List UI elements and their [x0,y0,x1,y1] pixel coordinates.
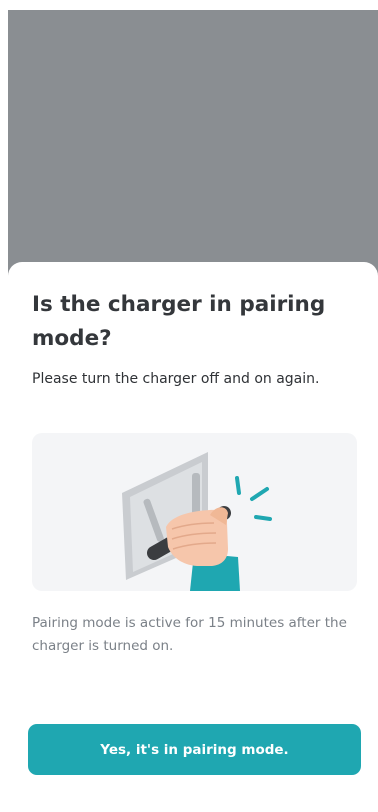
pairing-note: Pairing mode is active for 15 minutes af… [32,615,347,654]
charger-illustration [32,433,357,591]
hand-switch-icon [122,452,272,591]
app-screen: Is the charger in pairing mode? Please t… [0,0,378,812]
confirm-pairing-button[interactable]: Yes, it's in pairing mode. [28,724,361,775]
screen-edge [0,0,8,812]
bottom-sheet: Is the charger in pairing mode? Please t… [8,262,378,812]
sheet-subtitle: Please turn the charger off and on again… [32,371,320,387]
sheet-title: Is the charger in pairing mode? [32,292,326,351]
